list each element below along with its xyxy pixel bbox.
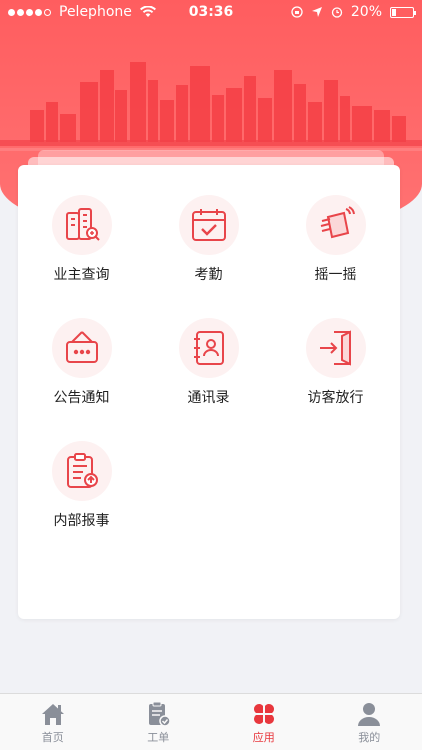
app-label: 内部报事 — [53, 513, 110, 529]
work-order-icon — [149, 701, 171, 727]
door-enter-icon — [305, 318, 366, 378]
app-label: 公告通知 — [53, 390, 110, 406]
carrier-name: Pelephone — [59, 4, 132, 20]
app-owner-query[interactable]: 业主查询 — [18, 195, 145, 284]
app-label: 通讯录 — [187, 390, 230, 406]
tab-home[interactable]: 首页 — [0, 694, 106, 750]
app-visitor-pass[interactable]: 访客放行 — [272, 318, 399, 407]
city-skyline-illustration — [0, 62, 422, 151]
wifi-icon — [139, 6, 156, 17]
calendar-check-icon — [178, 195, 239, 255]
app-label: 考勤 — [194, 267, 223, 283]
location-arrow-icon — [311, 7, 322, 17]
building-search-icon — [51, 195, 112, 255]
app-internal-report[interactable]: 内部报事 — [18, 441, 145, 530]
tab-work-order[interactable]: 工单 — [106, 694, 212, 750]
shake-phone-icon — [305, 195, 366, 255]
app-shake[interactable]: 摇一摇 — [272, 195, 399, 284]
app-notice[interactable]: 公告通知 — [18, 318, 145, 407]
notice-board-icon — [51, 318, 112, 378]
tab-profile[interactable]: 我的 — [317, 694, 422, 750]
rotation-lock-icon — [291, 6, 303, 18]
app-label: 摇一摇 — [314, 267, 357, 283]
apps-card: 业主查询 考勤 摇一摇 公告通知 通讯录 访客放行 内部报事 — [18, 165, 400, 619]
tab-apps[interactable]: 应用 — [211, 694, 317, 750]
clipboard-report-icon — [51, 441, 112, 501]
alarm-icon — [331, 7, 343, 18]
tab-label: 应用 — [252, 731, 275, 744]
app-label: 业主查询 — [53, 267, 110, 283]
app-contacts[interactable]: 通讯录 — [145, 318, 272, 407]
battery-icon — [390, 6, 416, 18]
status-bar: Pelephone 03:36 20% — [0, 0, 422, 24]
apps-clover-icon — [253, 704, 274, 724]
contacts-book-icon — [178, 318, 239, 378]
bottom-tab-bar: 首页 工单 应用 我的 — [0, 693, 422, 750]
clock: 03:36 — [188, 4, 234, 20]
app-label: 访客放行 — [307, 390, 364, 406]
tab-label: 工单 — [147, 731, 170, 744]
signal-strength-icon — [8, 8, 51, 16]
apps-grid: 业主查询 考勤 摇一摇 公告通知 通讯录 访客放行 内部报事 — [18, 195, 400, 530]
profile-icon — [358, 703, 381, 726]
tab-label: 我的 — [358, 731, 381, 744]
battery-percent: 20% — [350, 4, 382, 20]
home-icon — [41, 704, 64, 725]
tab-label: 首页 — [41, 731, 64, 744]
app-attendance[interactable]: 考勤 — [145, 195, 272, 284]
